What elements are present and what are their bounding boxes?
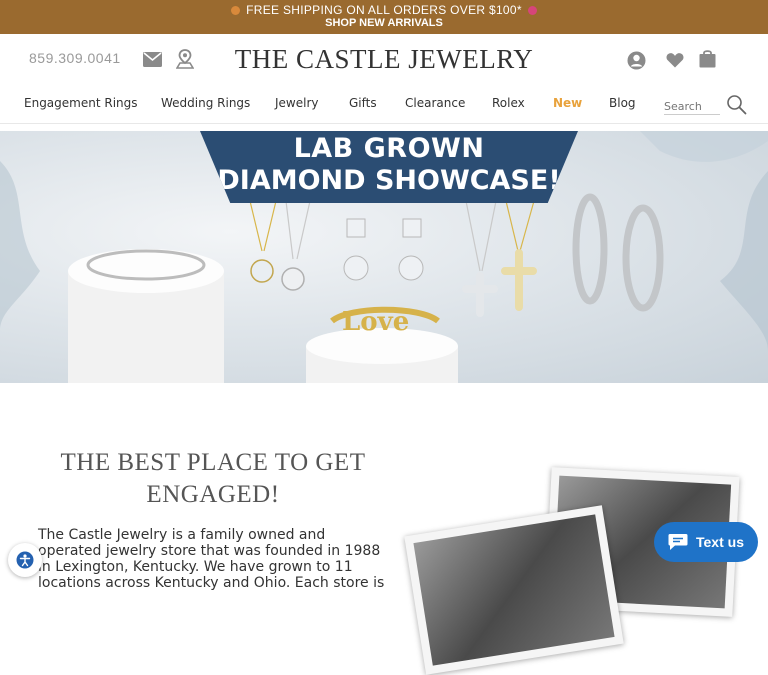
promo-shipping-text: FREE SHIPPING ON ALL ORDERS OVER $100*: [246, 3, 522, 17]
engagement-photo-2: [404, 505, 624, 675]
accessibility-button[interactable]: [8, 543, 42, 577]
nav-clearance[interactable]: Clearance: [405, 96, 465, 110]
nav-engagement-rings[interactable]: Engagement Rings: [24, 96, 138, 110]
chat-bubble-icon: [668, 534, 688, 550]
hero-title-line-2: DIAMOND SHOWCASE!: [217, 165, 561, 196]
gift-icon: [231, 6, 241, 16]
search-input[interactable]: [664, 100, 720, 113]
heart-icon[interactable]: [666, 52, 684, 68]
accessibility-icon: [16, 551, 34, 569]
nav-blog[interactable]: Blog: [609, 96, 636, 110]
hero-title-line-1: LAB GROWN: [293, 133, 485, 164]
hero-banner[interactable]: LAB GROWN DIAMOND SHOWCASE! Love: [0, 131, 768, 383]
section-body: The Castle Jewelry is a family owned and…: [38, 527, 385, 591]
shopping-bag-icon[interactable]: [699, 49, 716, 68]
nav-wedding-rings[interactable]: Wedding Rings: [161, 96, 250, 110]
nav-new[interactable]: New: [553, 96, 582, 110]
search-icon[interactable]: [726, 94, 747, 115]
main-navigation: Engagement Rings Wedding Rings Jewelry G…: [0, 86, 768, 124]
love-ring-inscription: Love: [342, 307, 410, 337]
ribbon-icon: [527, 6, 537, 16]
nav-gifts[interactable]: Gifts: [349, 96, 377, 110]
nav-jewelry[interactable]: Jewelry: [275, 96, 319, 110]
text-us-label: Text us: [696, 534, 744, 550]
shop-new-arrivals-link[interactable]: SHOP NEW ARRIVALS: [0, 17, 768, 29]
search-box: [664, 95, 720, 115]
section-heading: THE BEST PLACE TO GET ENGAGED!: [60, 449, 366, 508]
promo-bar: FREE SHIPPING ON ALL ORDERS OVER $100* S…: [0, 0, 768, 34]
nav-rolex[interactable]: Rolex: [492, 96, 525, 110]
hero-title-banner: LAB GROWN DIAMOND SHOWCASE!: [200, 131, 578, 203]
text-us-button[interactable]: Text us: [654, 522, 758, 562]
site-header: 859.309.0041 THE CASTLE JEWELRY: [0, 34, 768, 86]
promo-line-1: FREE SHIPPING ON ALL ORDERS OVER $100*: [0, 3, 768, 17]
site-logo[interactable]: THE CASTLE JEWELRY: [0, 44, 768, 75]
account-icon[interactable]: [627, 51, 646, 70]
